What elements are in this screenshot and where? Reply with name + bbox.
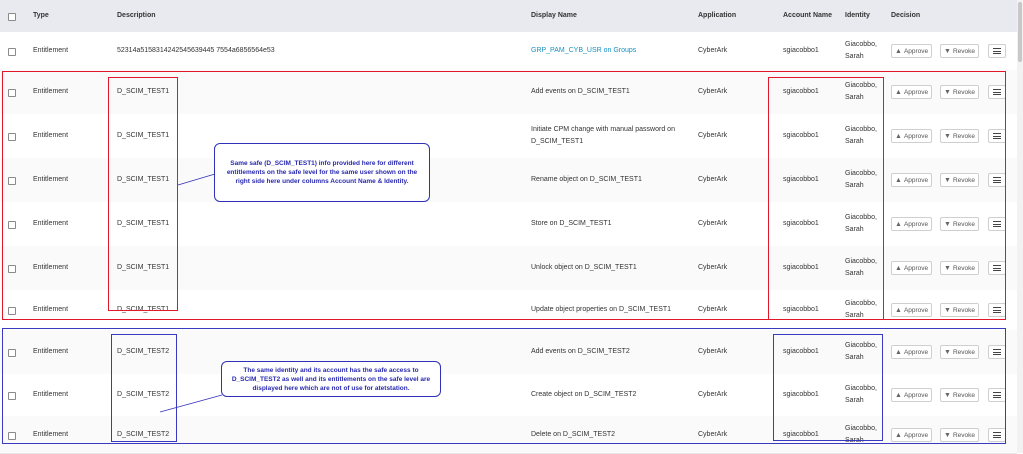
- annotation-red-description-box: [108, 77, 178, 311]
- cell-account-name: sgiacobbo1: [783, 47, 819, 54]
- table-row: Entitlement 52314a5158314242545639445 755…: [0, 32, 1017, 71]
- column-identity[interactable]: Identity: [845, 12, 870, 19]
- display-name-line: GRP_PAM_CYB_USR on Groups: [531, 47, 637, 54]
- column-account-name[interactable]: Account Name: [783, 12, 832, 19]
- cell-identity: Giacobbo, Sarah: [845, 39, 877, 63]
- annotation-blue-description-box: [111, 334, 177, 442]
- thumbs-up-icon: ▲: [895, 47, 902, 55]
- thumbs-down-icon: ▼: [944, 47, 951, 55]
- revoke-label: Revoke: [952, 47, 975, 55]
- approve-button[interactable]: ▲ Approve: [891, 44, 933, 58]
- row-menu-button[interactable]: [988, 44, 1006, 58]
- annotation-blue-identity-box: [773, 334, 883, 441]
- select-all-checkbox[interactable]: [8, 13, 16, 21]
- scrollbar-thumb[interactable]: [1018, 2, 1022, 62]
- column-decision[interactable]: Decision: [891, 12, 920, 19]
- hamburger-line: [993, 53, 1001, 54]
- vertical-scrollbar[interactable]: [1017, 0, 1023, 453]
- column-application[interactable]: Application: [698, 12, 736, 19]
- annotation-callout-1: Same safe (D_SCIM_TEST1) info provided h…: [214, 143, 430, 202]
- cell-type: Entitlement: [33, 47, 69, 54]
- approve-label: Approve: [903, 47, 929, 55]
- identity-last-name: Giacobbo,: [845, 41, 877, 48]
- hamburger-line: [993, 48, 1001, 49]
- cell-description: 52314a5158314242545639445 7554a6856564e5…: [117, 47, 275, 54]
- column-display-name[interactable]: Display Name: [531, 12, 577, 19]
- annotation-callout-2: The same identity and its account has th…: [221, 361, 441, 397]
- row-checkbox[interactable]: [8, 48, 16, 56]
- table-header: Type Description Display Name Applicatio…: [0, 0, 1017, 33]
- column-type[interactable]: Type: [33, 12, 49, 19]
- revoke-button[interactable]: ▼ Revoke: [940, 44, 979, 58]
- column-description[interactable]: Description: [117, 12, 156, 19]
- cell-display-name[interactable]: GRP_PAM_CYB_USR on Groups: [531, 45, 691, 57]
- hamburger-line: [993, 50, 1001, 52]
- cell-application: CyberArk: [698, 47, 728, 54]
- annotation-red-identity-box: [768, 77, 884, 320]
- identity-first-name: Sarah: [845, 53, 864, 60]
